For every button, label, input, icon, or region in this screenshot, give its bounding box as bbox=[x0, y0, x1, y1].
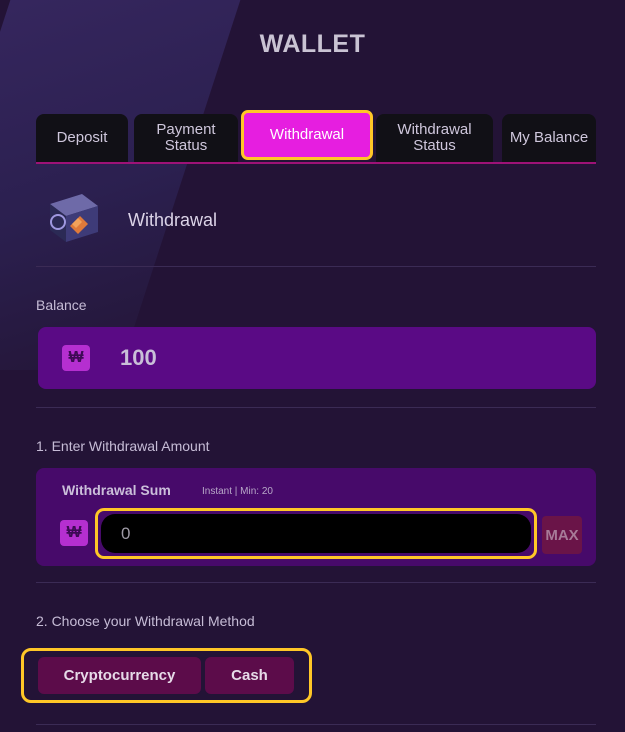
method-cryptocurrency-button[interactable]: Cryptocurrency bbox=[38, 657, 201, 694]
tab-my-balance[interactable]: My Balance bbox=[502, 114, 596, 162]
balance-value: 100 bbox=[120, 345, 157, 370]
amount-input-wrapper bbox=[95, 508, 537, 559]
tab-deposit[interactable]: Deposit bbox=[36, 114, 128, 162]
withdrawal-method-group: Cryptocurrency Cash bbox=[21, 648, 312, 703]
tab-withdrawal-status[interactable]: Withdrawal Status bbox=[376, 114, 493, 162]
balance-label: Balance bbox=[36, 297, 87, 313]
withdrawal-sum-hint: Instant | Min: 20 bbox=[202, 486, 273, 497]
withdrawal-sum-label: Withdrawal Sum bbox=[62, 482, 171, 498]
section-header: Withdrawal bbox=[36, 190, 217, 250]
max-button[interactable]: MAX bbox=[542, 516, 582, 554]
method-cash-button[interactable]: Cash bbox=[205, 657, 294, 694]
divider bbox=[36, 407, 391, 408]
divider bbox=[36, 724, 596, 725]
tab-payment-status[interactable]: Payment Status bbox=[134, 114, 238, 162]
won-icon: ₩ bbox=[60, 520, 88, 546]
amount-step-label: 1. Enter Withdrawal Amount bbox=[36, 438, 210, 454]
divider bbox=[391, 407, 596, 408]
wallet-safe-icon bbox=[36, 190, 106, 250]
wallet-tabs: Deposit Payment Status Withdrawal Withdr… bbox=[36, 110, 596, 164]
withdrawal-amount-input[interactable] bbox=[101, 514, 531, 553]
balance-display: ₩ 100 bbox=[38, 327, 596, 389]
section-title: Withdrawal bbox=[128, 209, 218, 230]
method-step-label: 2. Choose your Withdrawal Method bbox=[36, 613, 255, 629]
divider bbox=[36, 582, 596, 583]
divider bbox=[36, 266, 596, 267]
tab-withdrawal[interactable]: Withdrawal bbox=[241, 110, 373, 160]
wallet-panel: WALLET Deposit Payment Status Withdrawal… bbox=[0, 0, 625, 732]
withdrawal-amount-box: Withdrawal Sum Instant | Min: 20 ₩ MAX bbox=[36, 468, 596, 566]
page-title: WALLET bbox=[259, 30, 366, 58]
won-icon: ₩ bbox=[62, 345, 90, 371]
